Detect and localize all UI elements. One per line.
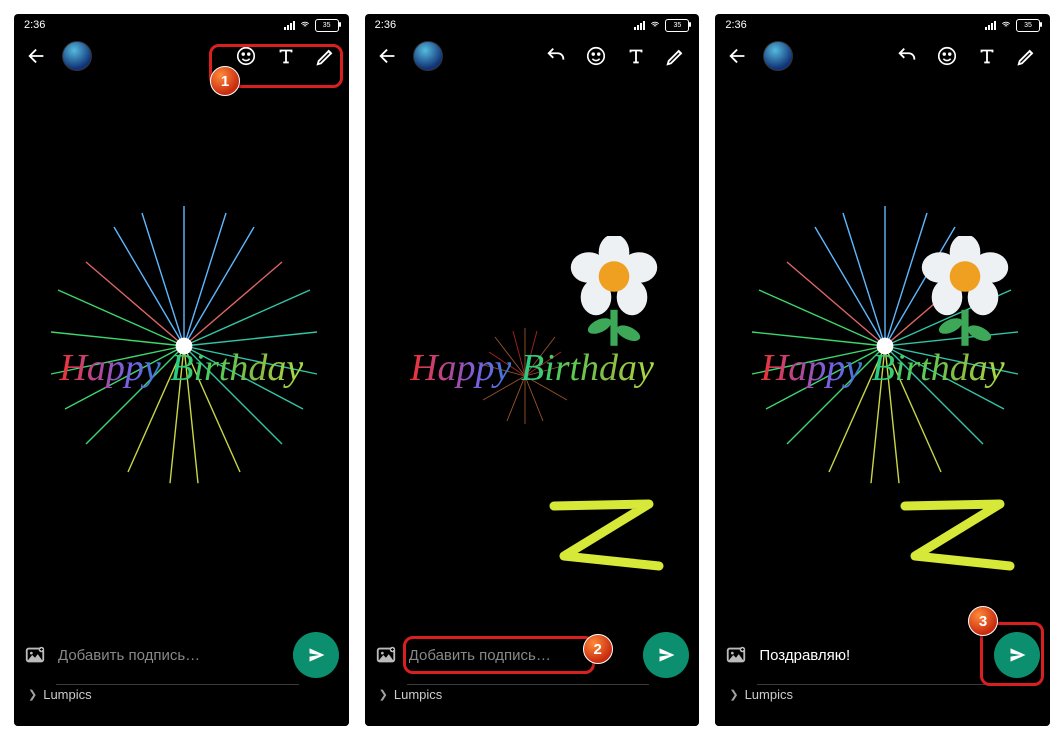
bottom-bar: Поздравляю! ❯ Lumpics [715, 626, 1050, 726]
draw-button[interactable] [311, 41, 341, 71]
send-button[interactable] [643, 632, 689, 678]
flower-sticker[interactable] [920, 236, 1010, 356]
battery-icon: 35 [665, 19, 689, 32]
bottom-bar: ❯ Lumpics [365, 626, 700, 726]
editor-toolbar [365, 36, 700, 76]
wifi-icon [299, 20, 311, 30]
freehand-doodle[interactable] [539, 486, 669, 586]
recipient-row[interactable]: ❯ Lumpics [715, 685, 1050, 712]
caption-input[interactable] [54, 641, 285, 670]
status-time: 2:36 [24, 19, 45, 31]
recipient-name: Lumpics [394, 687, 442, 702]
step-badge-2: 2 [583, 634, 613, 664]
recipient-row[interactable]: ❯ Lumpics [14, 685, 349, 712]
status-bar: 2:36 35 [14, 14, 349, 36]
wifi-icon [649, 20, 661, 30]
add-media-icon[interactable] [24, 644, 46, 666]
bottom-bar: ❯ Lumpics [14, 626, 349, 726]
status-time: 2:36 [725, 19, 746, 31]
signal-icon [634, 21, 645, 30]
greeting-text: Happy Birthday [14, 346, 349, 390]
add-media-icon[interactable] [375, 644, 397, 666]
flower-sticker[interactable] [569, 236, 659, 356]
status-time: 2:36 [375, 19, 396, 31]
back-button[interactable] [723, 41, 753, 71]
phone-screenshot-3: 2:36 35 [715, 14, 1050, 726]
signal-icon [985, 21, 996, 30]
draw-button[interactable] [661, 41, 691, 71]
send-button[interactable] [293, 632, 339, 678]
avatar [62, 41, 92, 71]
text-button[interactable] [972, 41, 1002, 71]
draw-button[interactable] [1012, 41, 1042, 71]
undo-button[interactable] [541, 41, 571, 71]
status-bar: 2:36 35 [715, 14, 1050, 36]
editor-toolbar [14, 36, 349, 76]
recipient-name: Lumpics [43, 687, 91, 702]
wifi-icon [1000, 20, 1012, 30]
chevron-right-icon: ❯ [379, 688, 388, 701]
step-badge-1: 1 [210, 66, 240, 96]
signal-icon [284, 21, 295, 30]
recipient-row[interactable]: ❯ Lumpics [365, 685, 700, 712]
recipient-name: Lumpics [745, 687, 793, 702]
avatar [413, 41, 443, 71]
send-button[interactable] [994, 632, 1040, 678]
add-media-icon[interactable] [725, 644, 747, 666]
chevron-right-icon: ❯ [28, 688, 37, 701]
emoji-button[interactable] [231, 41, 261, 71]
editor-toolbar [715, 36, 1050, 76]
emoji-button[interactable] [932, 41, 962, 71]
back-button[interactable] [373, 41, 403, 71]
battery-icon: 35 [1016, 19, 1040, 32]
phone-screenshot-2: 2:36 35 [365, 14, 700, 726]
battery-icon: 35 [315, 19, 339, 32]
caption-text[interactable]: Поздравляю! [755, 641, 986, 670]
undo-button[interactable] [892, 41, 922, 71]
freehand-doodle[interactable] [890, 486, 1020, 586]
phone-screenshot-1: 2:36 35 1 [14, 14, 349, 726]
step-badge-3: 3 [968, 606, 998, 636]
back-button[interactable] [22, 41, 52, 71]
status-bar: 2:36 35 [365, 14, 700, 36]
avatar [763, 41, 793, 71]
chevron-right-icon: ❯ [729, 688, 738, 701]
text-button[interactable] [621, 41, 651, 71]
emoji-button[interactable] [581, 41, 611, 71]
text-button[interactable] [271, 41, 301, 71]
